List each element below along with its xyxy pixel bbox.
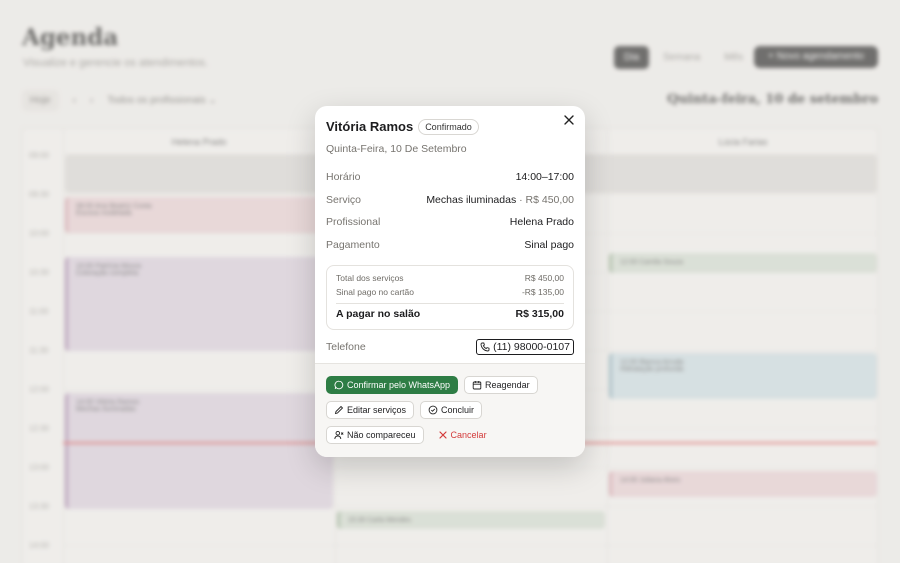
detail-row-payment: Pagamento Sinal pago bbox=[326, 239, 574, 262]
summary-row-due: A pagar no salão R$ 315,00 bbox=[336, 303, 564, 323]
detail-value: Helena Prado bbox=[509, 216, 574, 229]
button-label: Concluir bbox=[441, 405, 475, 415]
close-icon[interactable] bbox=[564, 115, 574, 125]
pencil-icon bbox=[334, 405, 344, 415]
phone-row: Telefone (11) 98000-0107 bbox=[326, 339, 574, 356]
summary-label: Sinal pago no cartão bbox=[336, 287, 414, 298]
button-label: Não compareceu bbox=[347, 430, 416, 440]
appointment-date: Quinta-Feira, 10 De Setembro bbox=[326, 143, 467, 155]
detail-value: Sinal pago bbox=[524, 238, 574, 251]
detail-label: Profissional bbox=[326, 216, 381, 229]
detail-value: Mechas iluminadas · R$ 450,00 bbox=[426, 194, 574, 217]
phone-number: (11) 98000-0107 bbox=[493, 341, 570, 354]
reschedule-button[interactable]: Reagendar bbox=[464, 376, 538, 394]
user-x-icon bbox=[334, 430, 344, 440]
action-row: Não compareceu Cancelar bbox=[326, 426, 574, 444]
button-label: Editar serviços bbox=[347, 405, 407, 415]
button-label: Confirmar pelo WhatsApp bbox=[347, 380, 451, 390]
status-badge: Confirmado bbox=[418, 119, 479, 135]
button-label: Cancelar bbox=[450, 430, 487, 440]
summary-value: R$ 450,00 bbox=[524, 273, 564, 284]
client-name: Vitória Ramos bbox=[326, 119, 414, 134]
summary-label: Total dos serviços bbox=[336, 273, 404, 284]
check-circle-icon bbox=[428, 405, 438, 415]
cancel-appointment-button[interactable]: Cancelar bbox=[430, 426, 495, 444]
whatsapp-icon bbox=[334, 380, 344, 390]
detail-label: Horário bbox=[326, 171, 361, 183]
complete-button[interactable]: Concluir bbox=[420, 401, 483, 419]
detail-row-service: Serviço Mechas iluminadas · R$ 450,00 bbox=[326, 194, 574, 217]
confirm-whatsapp-button[interactable]: Confirmar pelo WhatsApp bbox=[326, 376, 459, 394]
summary-value: R$ 315,00 bbox=[515, 308, 564, 321]
appointment-detail-modal: Vitória Ramos Confirmado Quinta-Feira, 10… bbox=[315, 106, 585, 457]
service-name: Mechas iluminadas bbox=[426, 193, 517, 206]
action-row: Confirmar pelo WhatsApp Reagendar bbox=[326, 376, 574, 394]
edit-services-button[interactable]: Editar serviços bbox=[326, 401, 415, 419]
modal-header: Vitória Ramos Confirmado Quinta-Feira, 10… bbox=[315, 106, 585, 155]
x-icon bbox=[438, 430, 448, 440]
detail-label: Serviço bbox=[326, 193, 362, 206]
summary-value: -R$ 135,00 bbox=[521, 287, 564, 298]
phone-icon bbox=[480, 342, 490, 352]
no-show-button[interactable]: Não compareceu bbox=[326, 426, 424, 444]
modal-actions: Confirmar pelo WhatsApp Reagendar Editar… bbox=[315, 363, 585, 457]
phone-label: Telefone bbox=[326, 341, 366, 354]
detail-row-professional: Profissional Helena Prado bbox=[326, 216, 574, 239]
summary-label: A pagar no salão bbox=[336, 308, 421, 321]
detail-value: 14:00–17:00 bbox=[515, 171, 574, 183]
summary-row-deposit: Sinal pago no cartão -R$ 135,00 bbox=[336, 287, 564, 301]
payment-summary: Total dos serviços R$ 450,00 Sinal pago … bbox=[326, 265, 574, 331]
phone-link[interactable]: (11) 98000-0107 bbox=[476, 339, 574, 356]
detail-label: Pagamento bbox=[326, 238, 380, 251]
summary-row-services: Total dos serviços R$ 450,00 bbox=[336, 273, 564, 287]
service-price: · R$ 450,00 bbox=[516, 193, 574, 206]
appointment-details: Horário 14:00–17:00 Serviço Mechas ilumi… bbox=[315, 171, 585, 261]
detail-row-time: Horário 14:00–17:00 bbox=[326, 171, 574, 194]
calendar-icon bbox=[472, 380, 482, 390]
button-label: Reagendar bbox=[485, 380, 530, 390]
action-row: Editar serviços Concluir bbox=[326, 401, 574, 419]
